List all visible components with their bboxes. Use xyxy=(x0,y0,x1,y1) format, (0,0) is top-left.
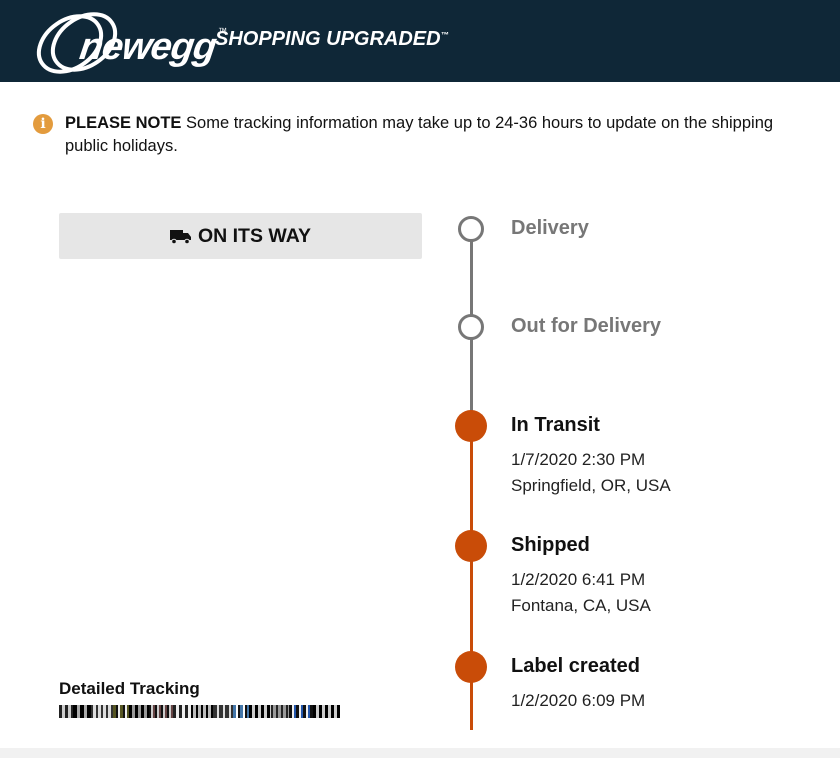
step-title: Shipped xyxy=(511,534,590,556)
page-footer-band xyxy=(0,748,840,758)
step-title: Label created xyxy=(511,655,640,677)
timeline-dot-shipped xyxy=(455,530,487,562)
shipment-status-badge: ON ITS WAY xyxy=(59,213,422,259)
notice-bold: PLEASE NOTE xyxy=(65,114,182,132)
step-location: Fontana, CA, USA xyxy=(511,596,651,615)
tagline-trademark: ™ xyxy=(440,30,449,40)
step-timestamp: 1/7/2020 2:30 PM xyxy=(511,450,646,469)
timeline-dot-in-transit xyxy=(455,410,487,442)
timeline-dot-out-for-delivery xyxy=(458,314,484,340)
detailed-tracking-title: Detailed Tracking xyxy=(59,679,200,698)
status-label: ON ITS WAY xyxy=(197,224,312,247)
notice-line-2: public holidays. xyxy=(65,137,178,155)
notice-message: Some tracking information may take up to… xyxy=(181,114,774,132)
logo-wordmark: newegg xyxy=(77,26,219,68)
timeline-step-delivery: Delivery xyxy=(511,217,589,240)
detailed-tracking: Detailed Tracking xyxy=(59,679,340,718)
redacted-tracking-number[interactable] xyxy=(59,705,340,718)
truck-icon xyxy=(169,229,191,244)
timeline-step-shipped: Shipped 1/2/2020 6:41 PM Fontana, CA, US… xyxy=(511,534,651,619)
timeline-connector-complete xyxy=(470,425,473,730)
timeline-step-label-created: Label created 1/2/2020 6:09 PM xyxy=(511,655,645,714)
step-title: Out for Delivery xyxy=(511,315,662,337)
tracking-notice: i PLEASE NOTE Some tracking information … xyxy=(33,112,840,158)
step-title: Delivery xyxy=(511,217,589,239)
timeline-step-in-transit: In Transit 1/7/2020 2:30 PM Springfield,… xyxy=(511,414,671,499)
timeline-step-out-for-delivery: Out for Delivery xyxy=(511,315,661,338)
site-header: newegg ™ SHOPPING UPGRADED™ xyxy=(0,0,840,82)
step-timestamp: 1/2/2020 6:41 PM xyxy=(511,570,646,589)
notice-line-1: PLEASE NOTE Some tracking information ma… xyxy=(65,112,840,135)
header-tagline: SHOPPING UPGRADED™ xyxy=(215,28,449,51)
timeline-dot-delivery xyxy=(458,216,484,242)
timeline-dot-label-created xyxy=(455,651,487,683)
tagline-text: SHOPPING UPGRADED xyxy=(215,28,441,50)
step-title: In Transit xyxy=(511,414,600,436)
step-timestamp: 1/2/2020 6:09 PM xyxy=(511,691,646,710)
newegg-logo[interactable]: newegg ™ xyxy=(30,6,230,78)
step-location: Springfield, OR, USA xyxy=(511,476,671,495)
info-icon: i xyxy=(33,114,53,134)
